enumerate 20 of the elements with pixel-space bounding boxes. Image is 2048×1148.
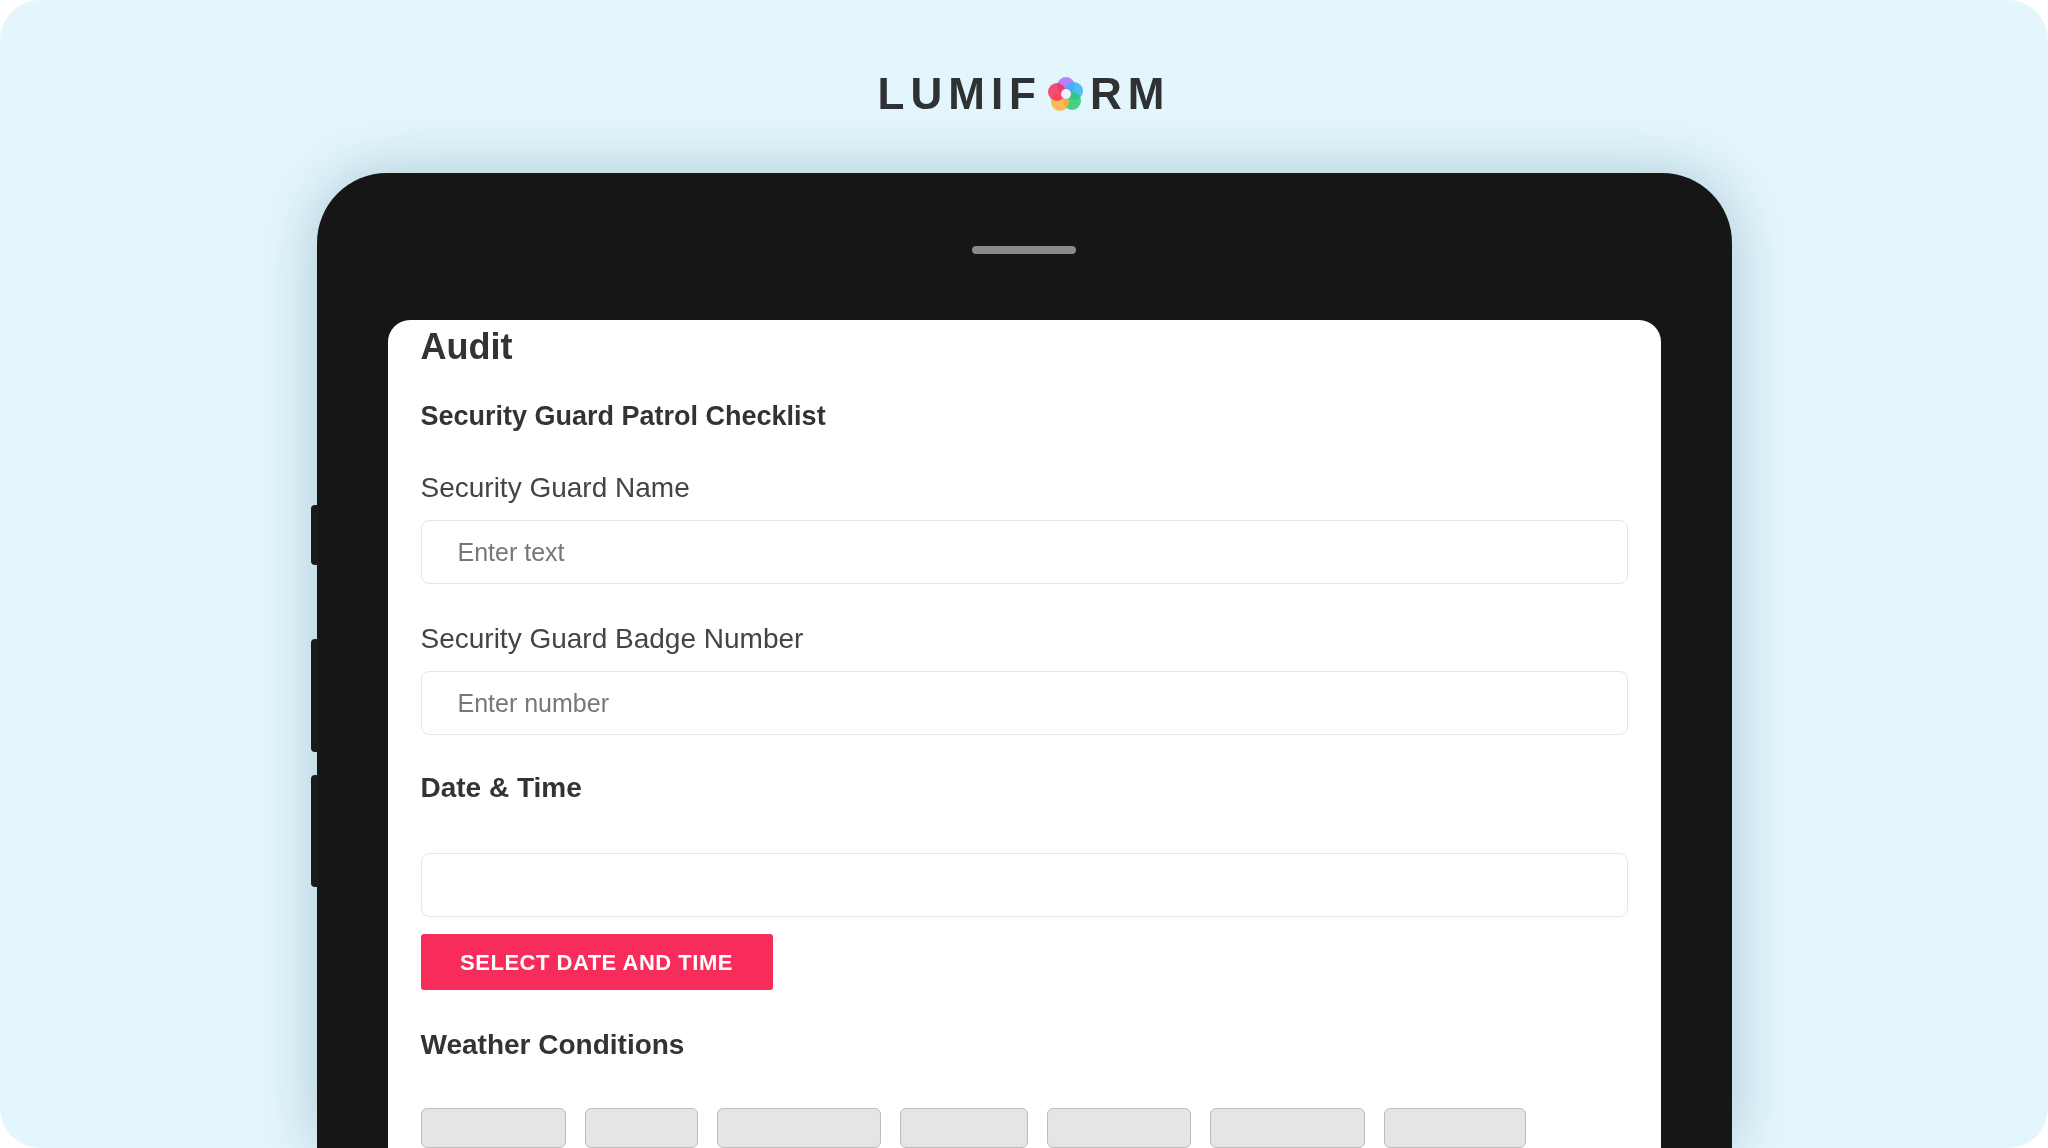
field-label: Security Guard Name <box>420 471 691 505</box>
form-subtitle: Security Guard Patrol Checklist <box>420 400 827 433</box>
input-field[interactable]: Enter number <box>420 671 1628 735</box>
option-chip[interactable] <box>1046 1108 1191 1148</box>
field-label: Security Guard Badge Number <box>420 622 805 656</box>
option-chip[interactable] <box>420 1108 566 1148</box>
brand-logo-text: LUMIF <box>877 72 1042 116</box>
input-field[interactable]: Enter text <box>420 520 1628 584</box>
field-label: Date & Time <box>420 771 583 805</box>
input-field[interactable] <box>420 853 1628 917</box>
option-chip[interactable] <box>716 1108 881 1148</box>
option-chip[interactable] <box>899 1108 1028 1148</box>
brand-logo-text: RM <box>1090 72 1171 116</box>
form-title: Audit <box>420 325 514 369</box>
field-label: Weather Conditions <box>420 1028 686 1062</box>
option-chip[interactable] <box>1383 1108 1526 1148</box>
select-date-button[interactable]: SELECT DATE AND TIME <box>420 934 773 990</box>
flower-logo-icon <box>1046 74 1086 114</box>
option-chip[interactable] <box>1209 1108 1365 1148</box>
option-chip[interactable] <box>584 1108 698 1148</box>
